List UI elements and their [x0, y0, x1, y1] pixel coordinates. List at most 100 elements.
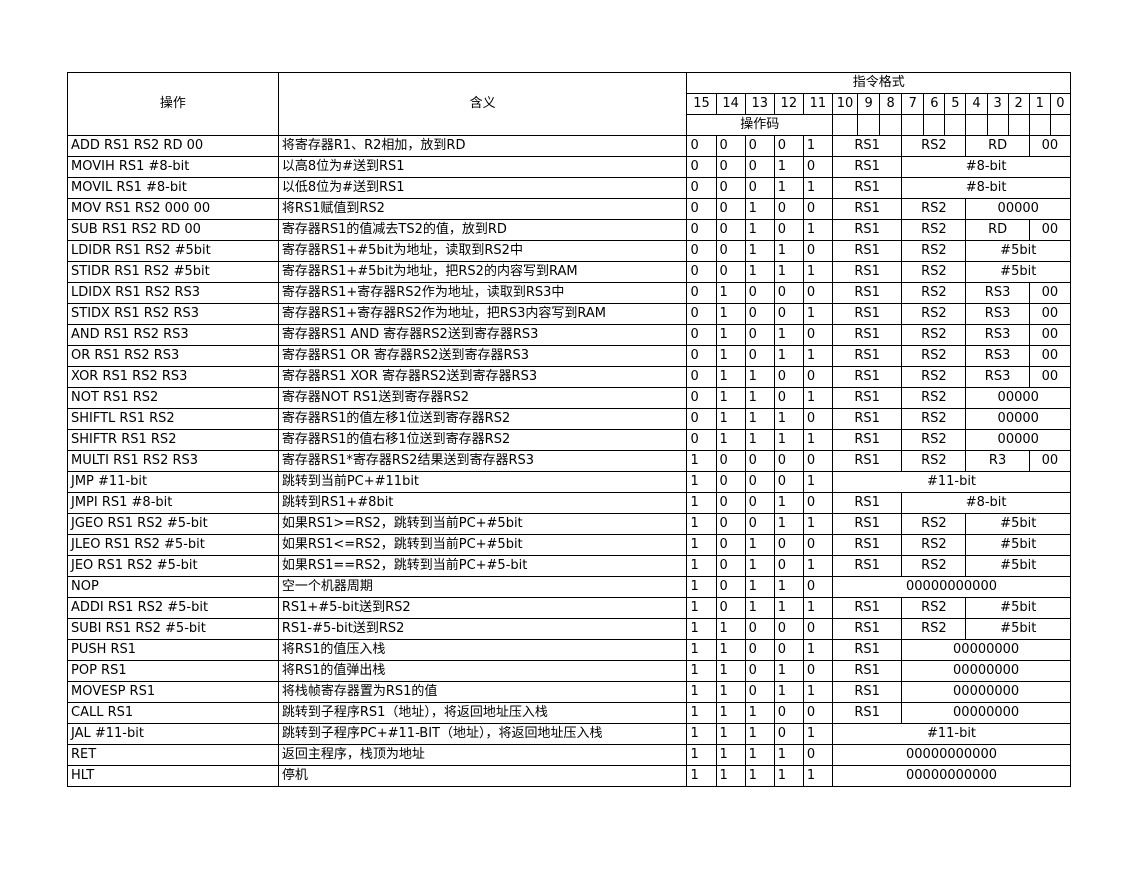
instruction-meaning: RS1-#5-bit送到RS2 — [277, 618, 688, 640]
opcode-bit: 0 — [802, 156, 833, 178]
opcode-bit: 0 — [744, 282, 775, 304]
instruction-meaning: 寄存器RS1的值减去TS2的值，放到RD — [277, 219, 688, 241]
operand-field: 00000 — [965, 429, 1071, 451]
opcode-bit: 0 — [715, 219, 746, 241]
operand-field: 00000000000 — [831, 744, 1072, 766]
operand-field: 00 — [1028, 450, 1072, 472]
opcode-bit: 1 — [773, 177, 804, 199]
instruction-mnemonic: RET — [67, 744, 279, 766]
operand-field: RS2 — [901, 597, 967, 619]
operand-field: RS1 — [831, 513, 903, 535]
operand-field: RS1 — [831, 387, 903, 409]
opcode-bit: 0 — [802, 282, 833, 304]
opcode-bit: 1 — [773, 765, 804, 787]
operand-field: 00 — [1028, 324, 1072, 346]
operand-field: RD — [965, 219, 1030, 241]
operand-field: R3 — [965, 450, 1030, 472]
instruction-meaning: 寄存器RS1 XOR 寄存器RS2送到寄存器RS3 — [277, 366, 688, 388]
operand-field: RS1 — [831, 198, 903, 220]
opcode-bit: 1 — [773, 345, 804, 367]
operand-field: RS2 — [901, 282, 967, 304]
opcode-bit: 1 — [773, 156, 804, 178]
operand-field: RS2 — [901, 261, 967, 283]
opcode-bit: 1 — [802, 471, 833, 493]
bit-number: 7 — [901, 93, 925, 115]
instruction-row: JMP #11-bit 跳转到当前PC+#11bit 1 0 0 0 1 #11-bit — [67, 471, 1072, 493]
opcode-bit: 1 — [773, 744, 804, 766]
opcode-bit: 1 — [744, 261, 775, 283]
opcode-bit: 0 — [715, 240, 746, 262]
opcode-bit: 0 — [744, 177, 775, 199]
operand-field: #5bit — [965, 534, 1071, 556]
instruction-meaning: 将RS1赋值到RS2 — [277, 198, 688, 220]
opcode-bit: 0 — [715, 177, 746, 199]
instruction-meaning: 将RS1的值压入栈 — [277, 639, 688, 661]
opcode-bit: 0 — [802, 660, 833, 682]
instruction-mnemonic: JEO RS1 RS2 #5-bit — [67, 555, 279, 577]
instruction-row: MOVIL RS1 #8-bit 以低8位为#送到RS1 0 0 0 1 1 RS1 #8-bi… — [67, 177, 1071, 199]
opcode-bit: 0 — [802, 576, 833, 598]
instruction-mnemonic: STIDR RS1 RS2 #5bit — [67, 261, 279, 283]
operand-field: #11-bit — [831, 471, 1072, 493]
opcode-bit: 1 — [802, 681, 833, 703]
operand-field: RS2 — [901, 450, 967, 472]
opcode-bit: 0 — [686, 198, 717, 220]
instruction-mnemonic: MOV RS1 RS2 000 00 — [67, 198, 279, 220]
opcode-bit: 0 — [744, 618, 775, 640]
instruction-row: JEO RS1 RS2 #5-bit 如果RS1==RS2，跳转到当前PC+#5-… — [67, 555, 1071, 577]
operand-field: #11-bit — [831, 723, 1072, 745]
opcode-bit: 1 — [715, 282, 746, 304]
operand-field: RS1 — [831, 534, 903, 556]
instruction-row: SHIFTL RS1 RS2 寄存器RS1的值左移1位送到寄存器RS2 0 1 1 1 0 R… — [67, 408, 1071, 430]
instruction-mnemonic: LDIDR RS1 RS2 #5bit — [67, 240, 279, 262]
operand-field: RS1 — [831, 450, 903, 472]
opcode-bit: 1 — [802, 303, 833, 325]
instruction-meaning: 将RS1的值弹出栈 — [277, 660, 688, 682]
instruction-meaning: 跳转到子程序PC+#11-BIT（地址），将返回地址压入栈 — [277, 723, 688, 745]
instruction-meaning: 寄存器RS1+寄存器RS2作为地址，把RS3内容写到RAM — [277, 303, 688, 325]
operand-field: RS1 — [831, 429, 903, 451]
instruction-mnemonic: PUSH RS1 — [67, 639, 279, 661]
operand-field: RS3 — [965, 303, 1030, 325]
instruction-row: MOVIH RS1 #8-bit 以高8位为#送到RS1 0 0 0 1 0 RS1 #8-bi… — [67, 156, 1071, 178]
operand-field: RS2 — [901, 366, 967, 388]
bit-number: 3 — [986, 93, 1009, 115]
operand-field: RS1 — [831, 282, 903, 304]
opcode-bit: 1 — [773, 660, 804, 682]
operand-field: RS1 — [831, 555, 903, 577]
operand-field: RS1 — [831, 681, 903, 703]
operand-field: RS1 — [831, 219, 903, 241]
opcode-bit: 0 — [744, 135, 775, 157]
opcode-bit: 1 — [686, 765, 717, 787]
instruction-mnemonic: NOP — [67, 576, 279, 598]
operand-field: RS2 — [901, 513, 967, 535]
instruction-mnemonic: JMP #11-bit — [67, 471, 279, 493]
instruction-row: ADD RS1 RS2 RD 00 将寄存器R1、R2相加，放到RD 0 0 0 0 1 RS… — [67, 135, 1072, 157]
opcode-bit: 1 — [686, 723, 717, 745]
opcode-bit: 0 — [773, 387, 804, 409]
operand-field: 00000000 — [901, 639, 1071, 661]
opcode-bit: 1 — [715, 723, 746, 745]
instruction-set-table: 操作 含义 指令格式 15 14 13 12 11 10 9 8 7 6 5 4 3 2 1 0 操作码 AD… — [67, 72, 1072, 787]
operand-field: RS2 — [901, 345, 967, 367]
opcode-bit: 1 — [744, 744, 775, 766]
opcode-bit: 0 — [773, 702, 804, 724]
bit-number: 12 — [773, 93, 804, 115]
operand-field: RS2 — [901, 429, 967, 451]
operand-field: RS2 — [901, 324, 967, 346]
opcode-bit: 0 — [686, 324, 717, 346]
operand-field: RS3 — [965, 282, 1030, 304]
operand-field: 00000000 — [901, 681, 1071, 703]
opcode-bit: 1 — [715, 345, 746, 367]
instruction-meaning: 以低8位为#送到RS1 — [277, 177, 688, 199]
opcode-bit: 0 — [773, 450, 804, 472]
bit-number: 11 — [802, 93, 833, 115]
instruction-meaning: 跳转到子程序RS1（地址），将返回地址压入栈 — [277, 702, 688, 724]
bit-number: 13 — [744, 93, 775, 115]
operand-field: #5bit — [965, 240, 1071, 262]
instruction-meaning: 以高8位为#送到RS1 — [277, 156, 688, 178]
bit-number: 15 — [686, 93, 717, 115]
operand-field: RS1 — [831, 702, 903, 724]
instruction-row: XOR RS1 RS2 RS3 寄存器RS1 XOR 寄存器RS2送到寄存器RS3… — [67, 366, 1072, 388]
operand-field: 00 — [1028, 219, 1072, 241]
